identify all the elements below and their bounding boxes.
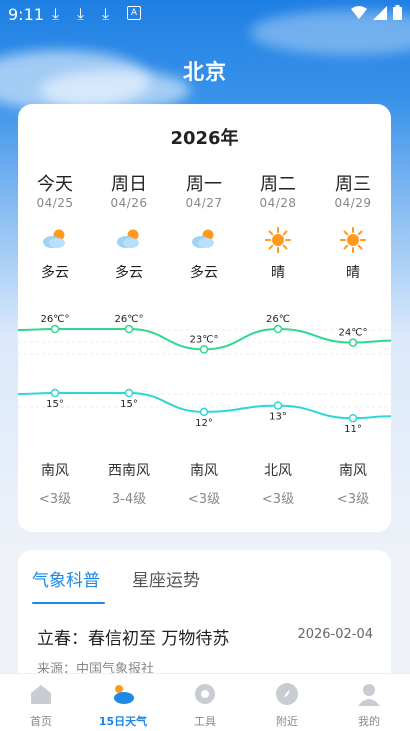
high-temp-label: 26℃°: [41, 314, 70, 325]
partly-cloudy-icon: [18, 226, 92, 256]
battery-icon: [393, 5, 402, 20]
compass-icon: [276, 683, 298, 705]
day-name: 周日: [111, 174, 147, 195]
high-temp-point: [50, 324, 60, 334]
low-temp-point: [50, 388, 60, 398]
article-title[interactable]: 立春：春信初至 万物待苏: [37, 624, 229, 649]
nav-tools[interactable]: 工具: [164, 674, 246, 731]
high-temp-label: 26℃: [266, 314, 290, 325]
low-temp-label: 12°: [195, 418, 213, 429]
partly-cloudy-icon: [167, 226, 241, 256]
temperature-chart: 26℃° 26℃° 23℃° 26℃ 24℃° 15° 15° 12° 13° 11°: [18, 314, 391, 435]
day-name: 周一: [186, 174, 222, 195]
day-condition: 多云: [190, 265, 218, 281]
download-icon: ⤓: [77, 4, 85, 23]
day-condition: 晴: [346, 265, 360, 281]
day-wind: 南风: [41, 463, 69, 479]
low-temp-label: 11°: [344, 424, 362, 435]
low-temp-point: [124, 388, 134, 398]
day-wind: 西南风: [108, 463, 150, 479]
day-wind: 南风: [190, 463, 218, 479]
low-temp-label: 15°: [120, 399, 138, 410]
gear-icon: [195, 684, 215, 704]
status-bar: 9:11 ⤓ ⤓ ⤓ A: [0, 0, 410, 28]
day-wind: 北风: [264, 463, 292, 479]
wifi-icon: [351, 5, 367, 19]
tab-horoscope[interactable]: 星座运势: [132, 566, 200, 591]
nav-nearby-label: 附近: [276, 715, 298, 728]
high-temp-point: [273, 324, 283, 334]
forecast-card: 2026年 26℃° 26℃° 23℃° 26℃ 24℃° 15° 15° 12° 13° 11°…: [18, 104, 391, 532]
day-wind-level: <3级: [336, 492, 370, 507]
article-card: 气象科普 星座运势 立春：春信初至 万物待苏 2026-02-04 来源：中国气…: [18, 550, 391, 690]
day-wind-level: <3级: [261, 492, 295, 507]
day-condition: 晴: [271, 265, 285, 281]
signal-icon: [373, 5, 387, 20]
bottom-nav: 首页 15日天气 工具 附近 我的: [0, 673, 410, 731]
day-condition: 多云: [41, 265, 69, 281]
day-date: 04/29: [334, 196, 372, 210]
sunny-icon: [316, 226, 390, 256]
low-temp-label: 13°: [269, 412, 287, 423]
download-icon: ⤓: [52, 4, 60, 23]
day-name: 周三: [335, 174, 371, 195]
day-date: 04/28: [259, 196, 297, 210]
article-date: 2026-02-04: [297, 627, 373, 642]
low-temp-point: [348, 413, 358, 423]
high-temp-label: 23℃°: [190, 334, 219, 345]
day-date: 04/25: [36, 196, 74, 210]
tab-science[interactable]: 气象科普: [32, 566, 100, 591]
nav-mine[interactable]: 我的: [328, 674, 410, 731]
day-wind-level: 3-4级: [111, 492, 147, 507]
day-condition: 多云: [115, 265, 143, 281]
nav-15day[interactable]: 15日天气: [82, 674, 164, 731]
download-icon: ⤓: [102, 4, 110, 23]
nav-home[interactable]: 首页: [0, 674, 82, 731]
day-wind-level: <3级: [38, 492, 72, 507]
home-icon: [31, 685, 51, 704]
day-date: 04/27: [185, 196, 223, 210]
low-temp-label: 15°: [46, 399, 64, 410]
day-name: 今天: [37, 174, 73, 195]
low-temp-point: [199, 407, 209, 417]
tab-indicator: [32, 602, 105, 604]
low-temp-point: [273, 401, 283, 410]
nav-tools-label: 工具: [194, 715, 216, 728]
city-title[interactable]: 北京: [0, 56, 410, 86]
nav-mine-label: 我的: [358, 715, 380, 728]
keyboard-icon: A: [127, 6, 141, 20]
high-temp-point: [199, 345, 209, 354]
day-date: 04/26: [110, 196, 148, 210]
status-time: 9:11: [8, 5, 44, 24]
high-temp-label: 26℃°: [115, 314, 144, 325]
sunny-icon: [241, 226, 315, 256]
nav-nearby[interactable]: 附近: [246, 674, 328, 731]
forecast-year: 2026年: [170, 128, 239, 149]
user-icon: [358, 684, 380, 706]
weather-icon: [114, 685, 134, 704]
partly-cloudy-icon: [92, 226, 166, 256]
high-temp-label: 24℃°: [339, 328, 368, 339]
high-temp-point: [348, 338, 358, 347]
nav-15day-label: 15日天气: [98, 715, 148, 728]
high-temp-point: [124, 324, 134, 334]
nav-home-label: 首页: [30, 715, 52, 728]
day-wind: 南风: [339, 463, 367, 479]
day-wind-level: <3级: [187, 492, 221, 507]
day-name: 周二: [260, 174, 296, 195]
